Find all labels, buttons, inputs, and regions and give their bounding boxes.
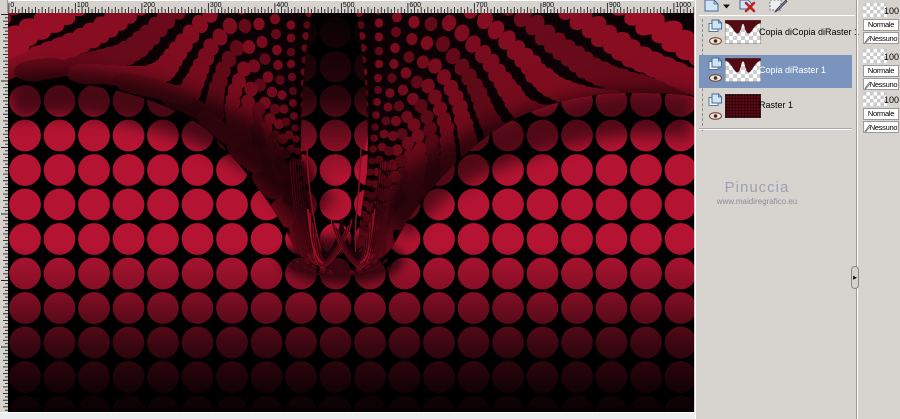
svg-text:500: 500 bbox=[343, 2, 355, 9]
svg-text:700: 700 bbox=[476, 2, 488, 9]
svg-text:300: 300 bbox=[210, 2, 222, 9]
svg-text:800: 800 bbox=[542, 2, 554, 9]
svg-text:400: 400 bbox=[276, 2, 288, 9]
svg-text:0: 0 bbox=[10, 2, 14, 9]
svg-text:900: 900 bbox=[609, 2, 621, 9]
svg-text:1000: 1000 bbox=[675, 2, 691, 9]
svg-text:200: 200 bbox=[143, 2, 155, 9]
svg-text:100: 100 bbox=[77, 2, 89, 9]
svg-text:600: 600 bbox=[409, 2, 421, 9]
